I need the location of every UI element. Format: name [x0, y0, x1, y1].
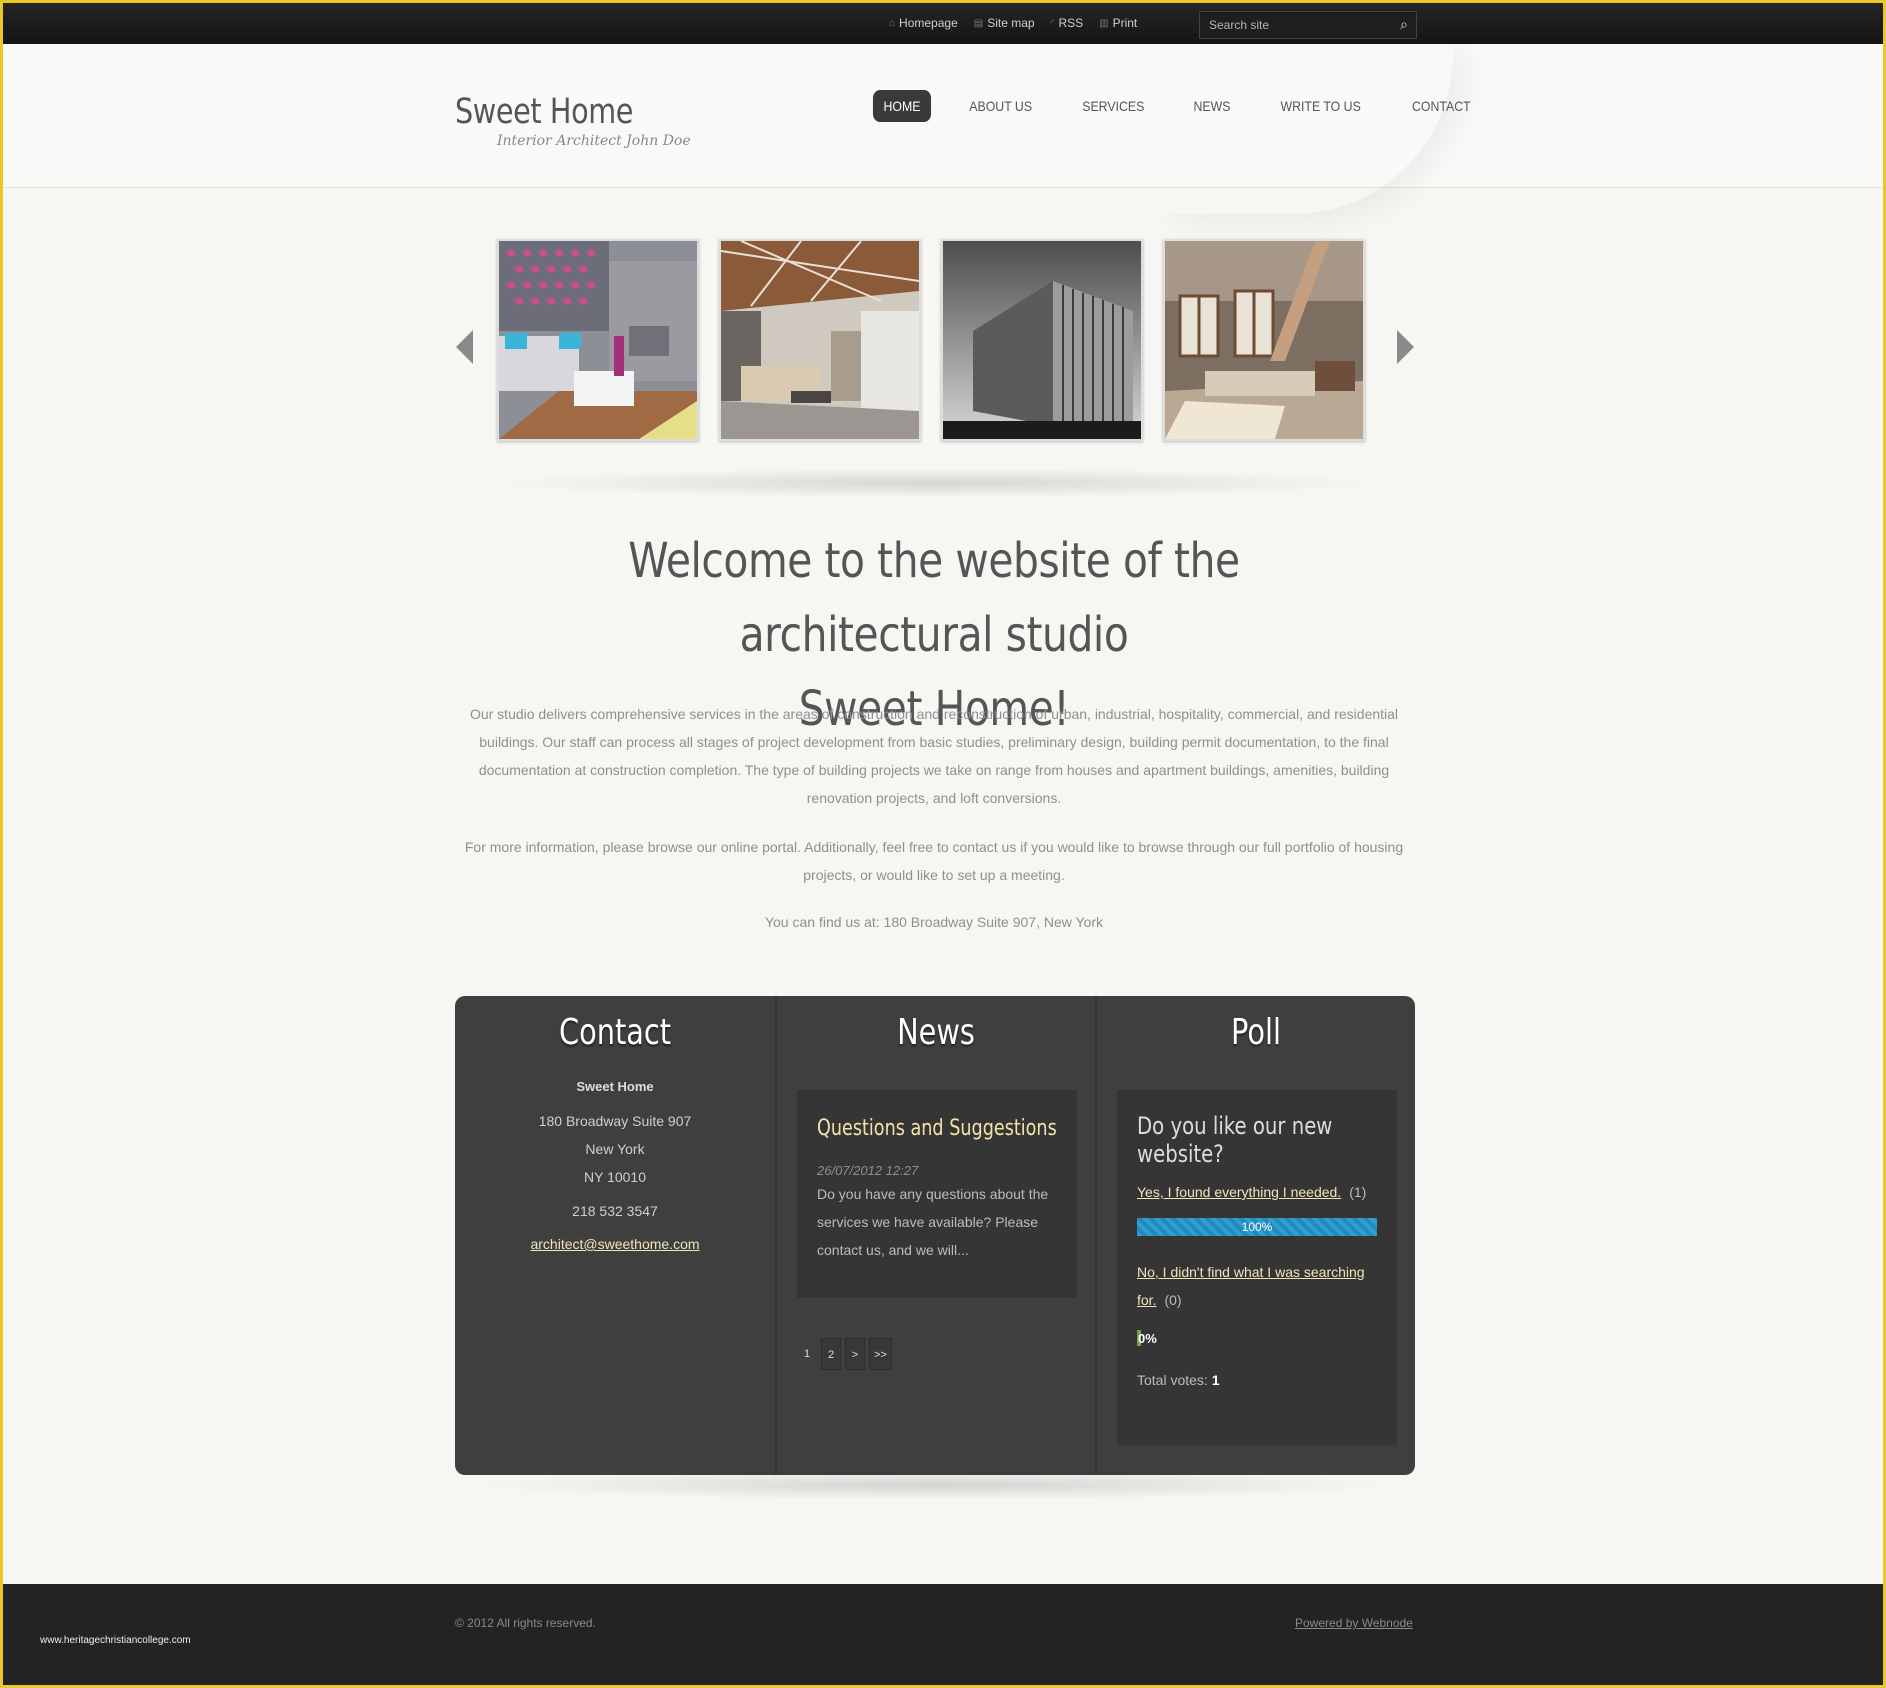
gallery-image[interactable] [941, 239, 1143, 441]
homepage-link[interactable]: ⌂ Homepage [889, 16, 958, 30]
poll-result-zero: 0% [1137, 1330, 1377, 1346]
page-1-button[interactable]: 1 [797, 1338, 817, 1370]
site-tagline: Interior Architect John Doe [497, 133, 691, 149]
contact-phone: 218 532 3547 [572, 1203, 658, 1219]
contact-email-link[interactable]: architect@sweethome.com [455, 1230, 775, 1258]
gallery-image[interactable] [719, 239, 921, 441]
news-item: Questions and Suggestions 26/07/2012 12:… [797, 1090, 1077, 1298]
nav-news[interactable]: NEWS [1183, 90, 1241, 122]
info-panel: Contact Sweet Home 180 Broadway Suite 90… [455, 996, 1415, 1475]
search-box: ⌕ [1199, 11, 1417, 39]
news-item-date: 26/07/2012 12:27 [817, 1163, 919, 1178]
poll-answer-count: (0) [1164, 1292, 1182, 1308]
news-title: News [897, 1012, 975, 1053]
search-icon[interactable]: ⌕ [1400, 16, 1408, 33]
footer: © 2012 All rights reserved. Powered by W… [3, 1584, 1883, 1685]
next-page-button[interactable]: > [845, 1338, 865, 1370]
top-bar: ⌂Homepage ▤Site map ◜RSS ▥Print ⌕ [3, 3, 1883, 45]
gallery-image[interactable] [497, 239, 699, 441]
contact-address-line: New York [585, 1141, 645, 1157]
address-paragraph: You can find us at: 180 Broadway Suite 9… [764, 914, 1104, 930]
gallery-next-arrow[interactable] [1397, 330, 1414, 364]
nav-about-us[interactable]: ABOUT US [959, 90, 1043, 122]
news-column: News Questions and Suggestions 26/07/201… [775, 996, 1095, 1475]
watermark-text: www.heritagechristiancollege.com [40, 1635, 191, 1646]
gallery-prev-arrow[interactable] [456, 330, 473, 364]
contact-column: Contact Sweet Home 180 Broadway Suite 90… [455, 996, 775, 1475]
top-links: ⌂ Homepage ▤ Site map ◜ RSS ▥ Print [889, 16, 1137, 30]
news-item-text: Do you have any questions about the serv… [817, 1186, 1049, 1258]
gallery-image[interactable] [1163, 239, 1365, 441]
powered-by-link[interactable]: Powered by Webnode [1295, 1616, 1413, 1630]
nav-home[interactable]: HOME [872, 90, 932, 122]
contact-details: Sweet Home 180 Broadway Suite 907 New Yo… [455, 1073, 775, 1258]
header-decoration [1163, 44, 1453, 214]
poll-result-percent: 0% [1138, 1330, 1157, 1346]
home-icon: ⌂ [889, 17, 896, 29]
nav-services[interactable]: SERVICES [1072, 90, 1155, 122]
poll-column: Poll Do you like our new website? Yes, I… [1095, 996, 1415, 1475]
intro-paragraph: Our studio delivers comprehensive servic… [469, 706, 1399, 806]
poll-answer: Yes, I found everything I needed. (1) [1137, 1178, 1377, 1206]
poll-total-votes: Total votes: 1 [1137, 1372, 1220, 1388]
site-logo[interactable]: Sweet Home [455, 92, 633, 132]
search-input[interactable] [1200, 12, 1398, 38]
poll-title: Poll [1231, 1012, 1281, 1053]
contact-address-line: NY 10010 [583, 1169, 646, 1185]
contact-title: Contact [558, 1012, 672, 1053]
nav-write-to-us[interactable]: WRITE TO US [1270, 90, 1371, 122]
poll-answer-yes-link[interactable]: Yes, I found everything I needed. [1137, 1184, 1341, 1200]
sitemap-icon: ▤ [973, 17, 984, 29]
poll-result-bar: 100% [1137, 1218, 1377, 1236]
poll-answer: No, I didn't find what I was searching f… [1137, 1258, 1377, 1314]
page-2-button[interactable]: 2 [821, 1338, 841, 1370]
rss-icon: ◜ [1050, 17, 1055, 29]
poll-box: Do you like our new website? Yes, I foun… [1117, 1090, 1397, 1445]
contact-company: Sweet Home [576, 1079, 654, 1094]
copyright-text: © 2012 All rights reserved. [455, 1616, 596, 1630]
news-item-title[interactable]: Questions and Suggestions [817, 1116, 1057, 1141]
last-page-button[interactable]: >> [869, 1338, 892, 1370]
nav-contact[interactable]: CONTACT [1402, 90, 1482, 122]
info-paragraph: For more information, please browse our … [464, 839, 1404, 883]
news-pagination: 1 2 > >> [797, 1338, 892, 1370]
print-icon: ▥ [1099, 17, 1109, 29]
panel-shadow [470, 1470, 1400, 1500]
rss-link[interactable]: ◜ RSS [1051, 16, 1084, 30]
poll-question: Do you like our new website? [1137, 1112, 1333, 1168]
sitemap-link[interactable]: ▤ Site map [974, 16, 1035, 30]
main-nav: HOME ABOUT US SERVICES NEWS WRITE TO US … [869, 90, 1505, 122]
poll-result-percent: 100% [1241, 1220, 1273, 1234]
contact-address-line: 180 Broadway Suite 907 [538, 1113, 692, 1129]
image-gallery [497, 239, 1365, 441]
header: Sweet Home Interior Architect John Doe H… [3, 44, 1883, 188]
poll-answer-count: (1) [1349, 1184, 1367, 1200]
print-link[interactable]: ▥ Print [1099, 16, 1137, 30]
gallery-shadow [490, 468, 1380, 498]
